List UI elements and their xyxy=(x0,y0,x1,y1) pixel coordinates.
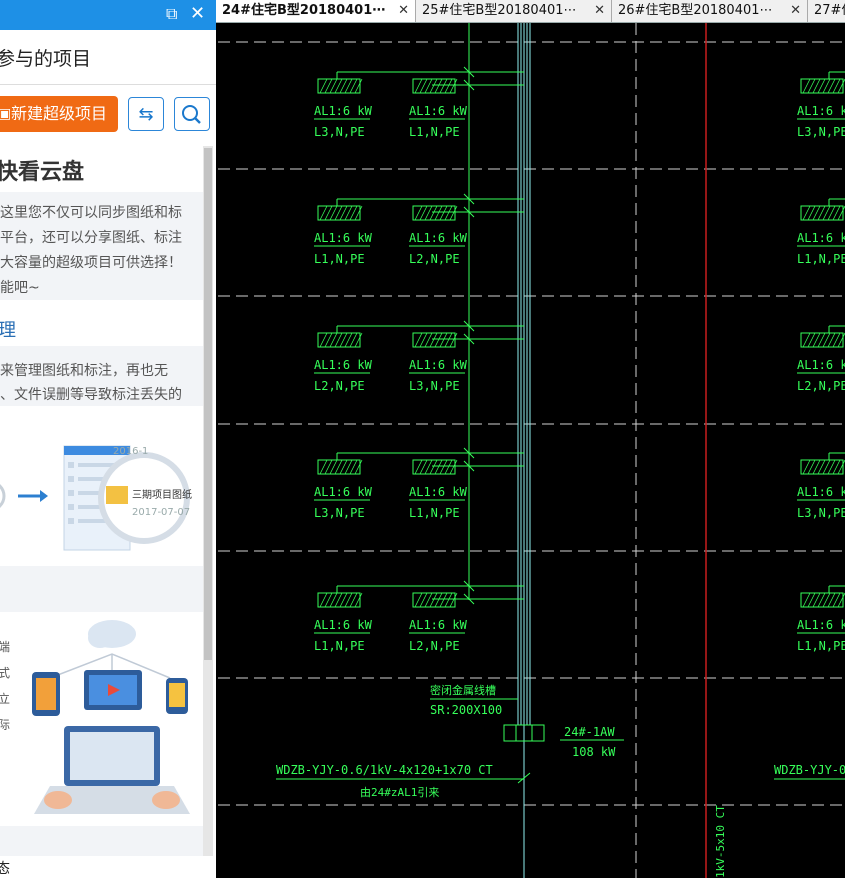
panel-phase-label: L1,N,PE xyxy=(797,639,845,653)
panel-rating-label: AL1:6 kW xyxy=(797,104,845,118)
panel-rating-label: AL1:6 kW xyxy=(314,618,373,632)
cable-spec-right: WDZB-YJY-0.6 xyxy=(774,763,845,777)
panel-rating-label: AL1:6 kW xyxy=(314,104,373,118)
box-label: 24#-1AW xyxy=(564,725,615,739)
tab-drawing-26[interactable]: 26#住宅B型20180401⋯ ✕ xyxy=(612,0,808,22)
panel-phase-label: L3,N,PE xyxy=(797,125,845,139)
panel-phase-label: L2,N,PE xyxy=(314,379,365,393)
panel-rating-label: AL1:6 kW xyxy=(797,358,845,372)
tab-drawing-25[interactable]: 25#住宅B型20180401⋯ ✕ xyxy=(416,0,612,22)
illustration-folder-text: 三期项目图纸 xyxy=(132,488,192,501)
multi-device-illustration xyxy=(32,620,190,814)
panel-rating-label: AL1:6 kW xyxy=(797,231,845,245)
panel-scrollbar-thumb[interactable] xyxy=(204,148,212,660)
promo-band xyxy=(0,826,203,856)
panel-phase-label: L3,N,PE xyxy=(409,379,460,393)
panel-rating-label: AL1:6 kW xyxy=(409,231,468,245)
close-tab-icon[interactable]: ✕ xyxy=(398,0,409,21)
promo-section-line: 来管理图纸和标注，再也无 xyxy=(0,363,168,379)
status-text: 态 xyxy=(0,861,10,877)
promo-side-char: 际 xyxy=(0,718,11,732)
new-project-icon: ▣ xyxy=(0,106,12,122)
participated-projects-heading: 参与的项目 xyxy=(0,48,92,70)
panel-phase-label: L3,N,PE xyxy=(314,506,365,520)
promo-side-char: 立 xyxy=(0,692,11,706)
panel-rating-label: AL1:6 kW xyxy=(409,485,468,499)
panel-phase-label: L1,N,PE xyxy=(314,639,365,653)
close-tab-icon[interactable]: ✕ xyxy=(594,0,605,21)
panel-phase-label: L1,N,PE xyxy=(409,125,460,139)
tab-drawing-24[interactable]: 24#住宅B型20180401⋯ ✕ xyxy=(216,0,416,22)
close-icon[interactable]: ✕ xyxy=(190,4,205,24)
panel-rating-label: AL1:6 kW xyxy=(409,358,468,372)
panel-phase-label: L2,N,PE xyxy=(797,379,845,393)
box-power: 108 kW xyxy=(572,745,616,759)
panel-rating-label: AL1:6 kW xyxy=(314,231,373,245)
search-icon xyxy=(182,105,201,124)
file-sync-illustration: 2016-1 三期项目图纸 2017-07-07 xyxy=(0,445,192,551)
promo-section-line: 、文件误删等导致标注丢失的 xyxy=(0,387,182,403)
search-button[interactable] xyxy=(174,97,210,131)
panel-rating-label: AL1:6 kW xyxy=(797,485,845,499)
restore-icon[interactable]: ⧉ xyxy=(166,4,177,24)
panel-phase-label: L2,N,PE xyxy=(409,639,460,653)
panel-rating-label: AL1:6 kW xyxy=(797,618,845,632)
promo-band xyxy=(0,566,203,612)
sync-icon: ⇆ xyxy=(138,104,154,125)
panel-phase-label: L3,N,PE xyxy=(314,125,365,139)
illustration-date-text: 2016-1 xyxy=(113,446,148,457)
project-panel: ⧉ ✕ 参与的项目 ▣ 新建超级项目 ⇆ 快看云盘 这里您不仅可以同步图纸和标 … xyxy=(0,0,216,878)
drawing-tabs: 24#住宅B型20180401⋯ ✕ 25#住宅B型20180401⋯ ✕ 26#住… xyxy=(216,0,845,23)
illustration-date-text: 2017-07-07 xyxy=(132,507,190,518)
new-super-project-button[interactable]: ▣ 新建超级项目 xyxy=(0,96,118,132)
promo-line: 这里您不仅可以同步图纸和标 xyxy=(0,205,182,221)
panel-rating-label: AL1:6 kW xyxy=(314,358,373,372)
promo-line: 平台，还可以分享图纸、标注 xyxy=(0,230,182,246)
promo-section-title: 理 xyxy=(0,320,16,341)
panel-rating-label: AL1:6 kW xyxy=(409,618,468,632)
promo-title: 快看云盘 xyxy=(0,160,85,185)
promo-line: 大容量的超级项目可供选择！ xyxy=(0,255,182,271)
cable-spec: WDZB-YJY-0.6/1kV-4x120+1x70 CT xyxy=(276,763,493,777)
promo-line: 能吧~ xyxy=(0,280,40,296)
panel-phase-label: L3,N,PE xyxy=(797,506,845,520)
divider xyxy=(0,84,216,85)
promo-side-char: 式 xyxy=(0,666,11,680)
close-tab-icon[interactable]: ✕ xyxy=(790,0,801,21)
sync-button[interactable]: ⇆ xyxy=(128,97,164,131)
panel-phase-label: L1,N,PE xyxy=(314,252,365,266)
panel-phase-label: L1,N,PE xyxy=(409,506,460,520)
panel-rating-label: AL1:6 kW xyxy=(409,104,468,118)
panel-phase-label: L2,N,PE xyxy=(409,252,460,266)
panel-title-bar: ⧉ ✕ xyxy=(0,0,216,30)
promo-content: 快看云盘 这里您不仅可以同步图纸和标 平台，还可以分享图纸、标注 大容量的超级项… xyxy=(0,146,203,856)
vertical-cable-label: 1kV-5x10 CT xyxy=(714,805,727,878)
panel-phase-label: L1,N,PE xyxy=(797,252,845,266)
cable-source: 由24#zAL1引来 xyxy=(360,785,439,799)
tab-drawing-27[interactable]: 27#住 xyxy=(808,0,845,22)
panel-rating-label: AL1:6 kW xyxy=(314,485,373,499)
cad-drawing-canvas[interactable]: AL1:6 kW L3,N,PE AL1:6 kW L1,N,PE AL1:6 kW L3… xyxy=(218,23,845,878)
trunking-label: 密闭金属线槽 xyxy=(430,683,496,697)
trunking-size: SR:200X100 xyxy=(430,703,502,717)
promo-side-char: 端 xyxy=(0,640,11,654)
